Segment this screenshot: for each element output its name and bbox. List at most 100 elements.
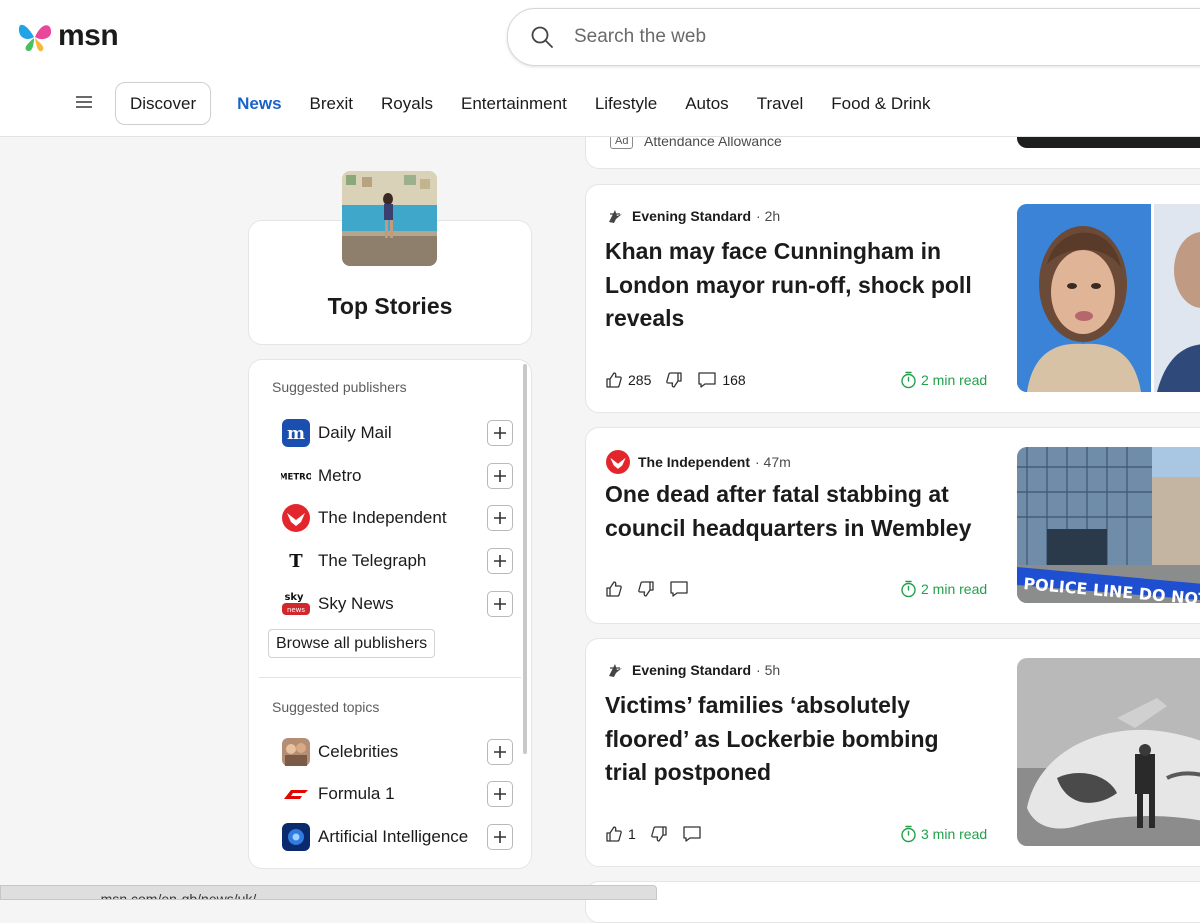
plus-icon: [494, 555, 506, 567]
article-title[interactable]: Victims’ families ‘absolutely floored’ a…: [605, 689, 985, 790]
source-name[interactable]: The Independent: [638, 454, 750, 470]
like-button[interactable]: 1: [605, 825, 636, 843]
artificial-intelligence-icon: [281, 822, 311, 852]
suggestions-panel: Suggested publishers m Daily Mail METRO …: [248, 359, 532, 869]
read-time: 3 min read: [900, 825, 987, 843]
follow-metro-button[interactable]: [487, 463, 513, 489]
article-card-next[interactable]: [585, 881, 1200, 923]
topic-row-celebrities: Celebrities: [281, 735, 513, 769]
suggested-topics-title: Suggested topics: [272, 699, 380, 715]
article-source: The Independent · 47m: [606, 450, 791, 474]
article-card[interactable]: Evening Standard · 5h Victims’ families …: [585, 638, 1200, 867]
article-image[interactable]: POLICE LINE DO NOT CR: [1017, 447, 1200, 603]
publisher-row-telegraph: T The Telegraph: [281, 544, 513, 578]
publisher-name[interactable]: Sky News: [318, 594, 487, 614]
dislike-button[interactable]: [665, 371, 683, 389]
topic-name[interactable]: Artificial Intelligence: [318, 827, 487, 847]
plus-icon: [494, 598, 506, 610]
nav-brexit[interactable]: Brexit: [296, 94, 367, 114]
follow-formula-1-button[interactable]: [487, 781, 513, 807]
msn-logo[interactable]: msn: [16, 16, 119, 56]
svg-text:T: T: [289, 551, 303, 572]
search-box[interactable]: [507, 8, 1200, 66]
telegraph-icon: T: [281, 546, 311, 576]
publisher-row-independent: The Independent: [281, 501, 513, 535]
topic-name[interactable]: Formula 1: [318, 784, 487, 804]
top-stories-thumbnail[interactable]: [342, 171, 437, 266]
nav-entertainment[interactable]: Entertainment: [447, 94, 581, 114]
article-actions: 285 168: [605, 371, 760, 389]
follow-celebrities-button[interactable]: [487, 739, 513, 765]
article-image[interactable]: [1017, 658, 1200, 846]
svg-text:m: m: [287, 424, 305, 444]
independent-eagle-icon: [281, 503, 311, 533]
search-input[interactable]: [572, 25, 1136, 49]
article-actions: 1: [605, 825, 716, 843]
publisher-name[interactable]: Daily Mail: [318, 423, 487, 443]
status-bar: ...msn.com/en-gb/news/uk/...: [0, 885, 657, 900]
like-button[interactable]: 285: [605, 371, 651, 389]
timer-icon: [901, 371, 916, 389]
plus-icon: [494, 788, 506, 800]
thumbs-down-icon: [638, 581, 654, 597]
follow-independent-button[interactable]: [487, 505, 513, 531]
comment-icon: [670, 581, 688, 597]
nav-food-drink[interactable]: Food & Drink: [817, 94, 944, 114]
source-name[interactable]: Evening Standard: [632, 662, 751, 678]
browse-all-publishers-button[interactable]: Browse all publishers: [268, 629, 436, 658]
article-title[interactable]: Khan may face Cunningham in London mayor…: [605, 235, 985, 336]
article-source: Evening Standard · 2h: [606, 207, 780, 225]
topic-row-formula-1: Formula 1: [281, 777, 513, 811]
nav-news[interactable]: News: [223, 94, 295, 114]
publisher-row-metro: METRO Metro: [281, 459, 513, 493]
follow-artificial-intelligence-button[interactable]: [487, 824, 513, 850]
formula-1-icon: [281, 779, 311, 809]
evening-standard-icon: [609, 664, 622, 677]
discover-button[interactable]: Discover: [115, 82, 212, 125]
publish-time: · 5h: [756, 662, 781, 678]
nav-travel[interactable]: Travel: [743, 94, 818, 114]
read-time-label: 3 min read: [921, 826, 988, 842]
comments-button[interactable]: [669, 580, 689, 598]
article-source: Evening Standard · 5h: [606, 661, 780, 679]
top-header: msn Discover News Brexit Royals Entertai…: [0, 0, 1200, 137]
publisher-name[interactable]: Metro: [318, 466, 487, 486]
publisher-name[interactable]: The Telegraph: [318, 551, 487, 571]
comments-button[interactable]: 168: [697, 371, 746, 389]
follow-daily-mail-button[interactable]: [487, 420, 513, 446]
article-title[interactable]: One dead after fatal stabbing at council…: [605, 478, 985, 545]
article-card[interactable]: Evening Standard · 2h Khan may face Cunn…: [585, 184, 1200, 413]
publish-time: · 47m: [755, 454, 791, 470]
thumbs-up-icon: [606, 372, 622, 388]
comments-button[interactable]: [682, 825, 702, 843]
metro-icon: METRO: [281, 461, 311, 491]
independent-eagle-icon: [606, 450, 630, 474]
follow-sky-news-button[interactable]: [487, 591, 513, 617]
comment-count: 168: [722, 372, 746, 388]
dislike-button[interactable]: [650, 825, 668, 843]
panel-scrollbar[interactable]: [523, 364, 527, 754]
sky-news-icon: sky news: [281, 589, 311, 619]
nav-royals[interactable]: Royals: [367, 94, 447, 114]
dislike-button[interactable]: [637, 580, 655, 598]
read-time: 2 min read: [900, 580, 987, 598]
source-name[interactable]: Evening Standard: [632, 208, 751, 224]
article-card[interactable]: The Independent · 47m One dead after fat…: [585, 427, 1200, 624]
nav-lifestyle[interactable]: Lifestyle: [581, 94, 671, 114]
like-button[interactable]: [605, 580, 623, 598]
menu-icon[interactable]: [74, 92, 94, 112]
publish-time: · 2h: [756, 208, 781, 224]
timer-icon: [901, 580, 916, 598]
timer-icon: [901, 825, 916, 843]
topic-row-artificial-intelligence: Artificial Intelligence: [281, 820, 513, 854]
read-time-label: 2 min read: [921, 581, 988, 597]
nav-autos[interactable]: Autos: [671, 94, 742, 114]
logo-text: msn: [58, 19, 119, 52]
plus-icon: [494, 831, 506, 843]
follow-telegraph-button[interactable]: [487, 548, 513, 574]
topic-name[interactable]: Celebrities: [318, 742, 487, 762]
publisher-name[interactable]: The Independent: [318, 508, 487, 528]
svg-text:news: news: [287, 606, 305, 614]
thumbs-up-icon: [606, 826, 622, 842]
article-image[interactable]: [1017, 204, 1200, 392]
